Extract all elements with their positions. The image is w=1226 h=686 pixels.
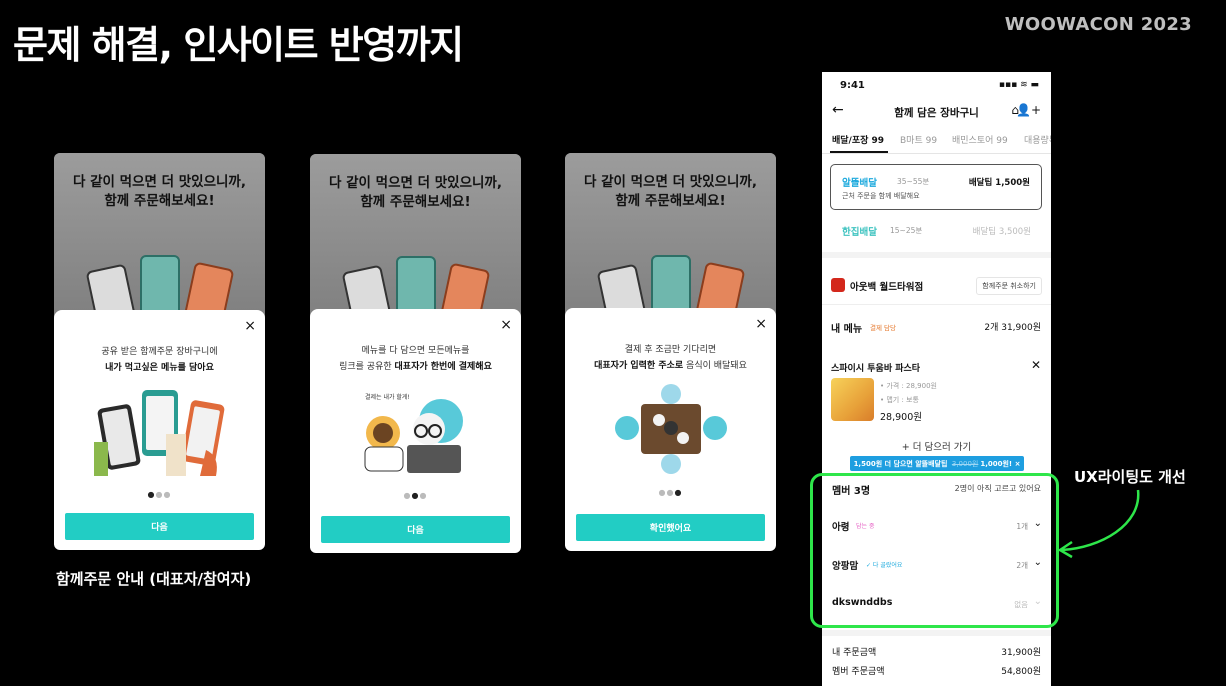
- section-divider: [822, 304, 1051, 305]
- close-icon[interactable]: ×: [755, 316, 767, 332]
- section-divider: [822, 252, 1051, 258]
- summary-row: 멤버 주문금액 54,800원: [832, 667, 1041, 677]
- characters-illustration: 결제는 내가 할게!: [364, 393, 463, 473]
- card-headline: 다 같이 먹으면 더 맛있으니까, 함께 주문해보세요!: [73, 174, 246, 209]
- summary-row: 내 주문금액 31,900원: [832, 648, 1041, 658]
- my-menu-total: 2개 31,900원: [984, 323, 1041, 333]
- store-logo-icon: [831, 278, 845, 292]
- slide-title: 문제 해결, 인사이트 반영까지: [13, 23, 464, 67]
- page-indicator: ●●●: [658, 488, 683, 497]
- close-icon[interactable]: ×: [244, 318, 256, 334]
- payer-badge: 결제 담당: [870, 324, 896, 332]
- bottom-sheet: × 결제 후 조금만 기다리면 대표자가 입력한 주소로 음식이 배달돼요 ●●…: [565, 308, 776, 551]
- delivery-option-saver[interactable]: 알뜰배달 35~55분 배달팁 1,500원 근처 주문을 함께 배달해요: [830, 164, 1042, 210]
- tab-bulk[interactable]: 대용량특가: [1024, 133, 1051, 146]
- onboarding-card-3: 다 같이 먹으면 더 맛있으니까, 함께 주문해보세요! × 결제 후 조금만 …: [565, 153, 776, 551]
- status-icons: ▪▪▪ ≋ ▬: [998, 80, 1039, 90]
- tab-store[interactable]: 배민스토어 99: [952, 133, 1008, 146]
- add-person-icon[interactable]: 👤+: [1016, 103, 1041, 117]
- cancel-group-order-button[interactable]: 함께주문 취소하기: [976, 277, 1042, 295]
- card-headline: 다 같이 먹으면 더 맛있으니까, 함께 주문해보세요!: [584, 174, 757, 209]
- delivery-time: 15~25분: [890, 226, 923, 235]
- status-time: 9:41: [840, 80, 865, 91]
- card-headline: 다 같이 먹으면 더 맛있으니까, 함께 주문해보세요!: [329, 175, 502, 210]
- store-name: 아웃백 월드타워점: [850, 282, 924, 293]
- next-button[interactable]: 다음: [65, 513, 254, 540]
- highlight-box: [810, 473, 1059, 628]
- close-icon[interactable]: ×: [500, 317, 512, 333]
- active-tab-underline: [830, 151, 888, 153]
- my-menu-label: 내 메뉴: [831, 324, 863, 335]
- brand-logo: WOOWACON 2023: [1004, 14, 1192, 35]
- promo-banner[interactable]: 1,500원 더 담으면 알뜰배달팁 3,000원 1,000원! ×: [850, 456, 1024, 471]
- section-divider: [822, 630, 1051, 636]
- tab-delivery[interactable]: 배달/포장 99: [832, 133, 884, 146]
- svg-text:결제는 내가 할게!: 결제는 내가 할게!: [365, 393, 410, 401]
- delivery-option-single[interactable]: 한집배달: [842, 224, 877, 238]
- confirm-button[interactable]: 확인했어요: [576, 514, 765, 541]
- close-icon: ×: [1014, 459, 1021, 468]
- item-option: • 가격 : 28,900원: [880, 382, 937, 390]
- onboarding-card-2: 다 같이 먹으면 더 맛있으니까, 함께 주문해보세요! × 메뉴를 다 담으면…: [310, 154, 521, 553]
- item-name: 스파이시 투움바 파스타: [831, 364, 921, 374]
- tab-bar: 배달/포장 99 B마트 99 배민스토어 99 대용량특가: [822, 128, 1051, 154]
- phones-illustration: [94, 390, 225, 476]
- dining-table-illustration: [615, 384, 727, 474]
- next-button[interactable]: 다음: [321, 516, 510, 543]
- bottom-sheet: × 메뉴를 다 담으면 모든메뉴를 링크를 공유한 대표자가 한번에 결제해요 …: [310, 309, 521, 553]
- sheet-description: 메뉴를 다 담으면 모든메뉴를 링크를 공유한 대표자가 한번에 결제해요: [339, 346, 492, 372]
- sheet-description: 공유 받은 함께주문 장바구니에 내가 먹고싶은 메뉴를 담아요: [101, 347, 218, 373]
- item-option: • 맵기 : 보통: [880, 396, 919, 404]
- sheet-description: 결제 후 조금만 기다리면 대표자가 입력한 주소로 음식이 배달돼요: [594, 345, 747, 371]
- annotation-arrow-icon: [1057, 489, 1140, 559]
- item-price: 28,900원: [880, 412, 922, 423]
- page-indicator: ●●●: [147, 490, 172, 499]
- remove-item-icon[interactable]: ✕: [1031, 358, 1041, 372]
- add-more-button[interactable]: + 더 담으러 가기: [822, 439, 1051, 453]
- delivery-fee: 배달팁 3,500원: [972, 227, 1031, 237]
- bottom-sheet: × 공유 받은 함께주문 장바구니에 내가 먹고싶은 메뉴를 담아요 ●●● 다…: [54, 310, 265, 550]
- tab-bmart[interactable]: B마트 99: [900, 133, 937, 146]
- cards-caption: 함께주문 안내 (대표자/참여자): [56, 570, 252, 588]
- page-indicator: ●●●: [403, 491, 428, 500]
- onboarding-card-1: 다 같이 먹으면 더 맛있으니까, 함께 주문해보세요! × 공유 받은 함께주…: [54, 153, 265, 550]
- item-image: [831, 378, 874, 421]
